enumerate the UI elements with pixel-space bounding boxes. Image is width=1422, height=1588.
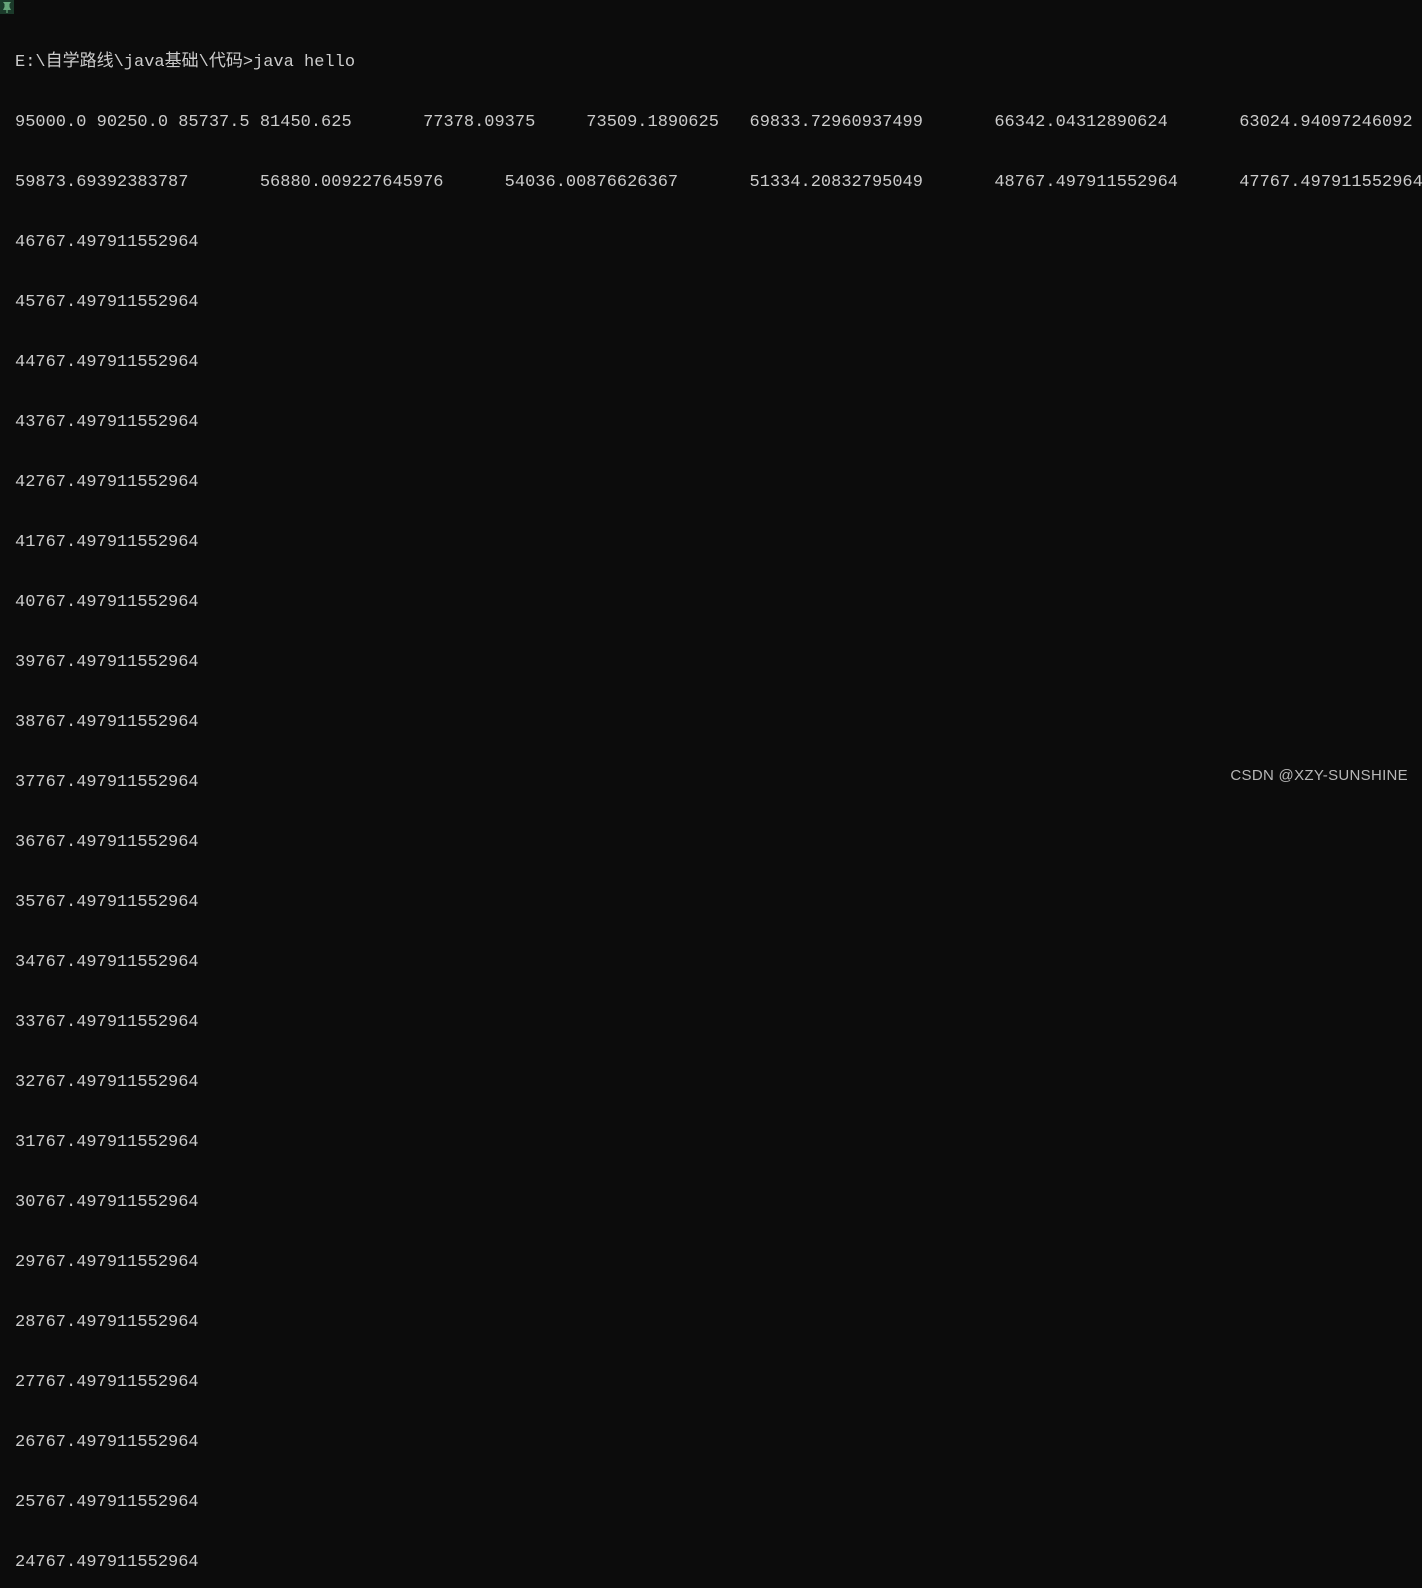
output-line: 26767.497911552964: [15, 1433, 1422, 1453]
output-line: 24767.497911552964: [15, 1553, 1422, 1573]
output-line: 29767.497911552964: [15, 1253, 1422, 1273]
output-line: 42767.497911552964: [15, 473, 1422, 493]
command-prompt-line: E:\自学路线\java基础\代码>java hello: [15, 53, 1422, 73]
output-line: 95000.0 90250.0 85737.5 81450.625 77378.…: [15, 113, 1422, 133]
csdn-watermark: CSDN @XZY-SUNSHINE: [1230, 766, 1408, 786]
output-line: 45767.497911552964: [15, 293, 1422, 313]
output-line: 25767.497911552964: [15, 1493, 1422, 1513]
output-line: 28767.497911552964: [15, 1313, 1422, 1333]
output-line: 27767.497911552964: [15, 1373, 1422, 1393]
output-line: 43767.497911552964: [15, 413, 1422, 433]
output-line: 41767.497911552964: [15, 533, 1422, 553]
output-line: 38767.497911552964: [15, 713, 1422, 733]
output-line: 33767.497911552964: [15, 1013, 1422, 1033]
output-line: 32767.497911552964: [15, 1073, 1422, 1093]
output-line: 46767.497911552964: [15, 233, 1422, 253]
output-line: 39767.497911552964: [15, 653, 1422, 673]
output-line: 59873.69392383787 56880.009227645976 540…: [15, 173, 1422, 193]
output-line: 30767.497911552964: [15, 1193, 1422, 1213]
output-line: 34767.497911552964: [15, 953, 1422, 973]
output-line: 36767.497911552964: [15, 833, 1422, 853]
output-line: 44767.497911552964: [15, 353, 1422, 373]
output-line: 31767.497911552964: [15, 1133, 1422, 1153]
output-line: 35767.497911552964: [15, 893, 1422, 913]
pin-icon[interactable]: [0, 0, 14, 14]
output-line: 40767.497911552964: [15, 593, 1422, 613]
output-line: 37767.497911552964: [15, 773, 1422, 793]
terminal-output[interactable]: E:\自学路线\java基础\代码>java hello 95000.0 902…: [15, 13, 1422, 1588]
